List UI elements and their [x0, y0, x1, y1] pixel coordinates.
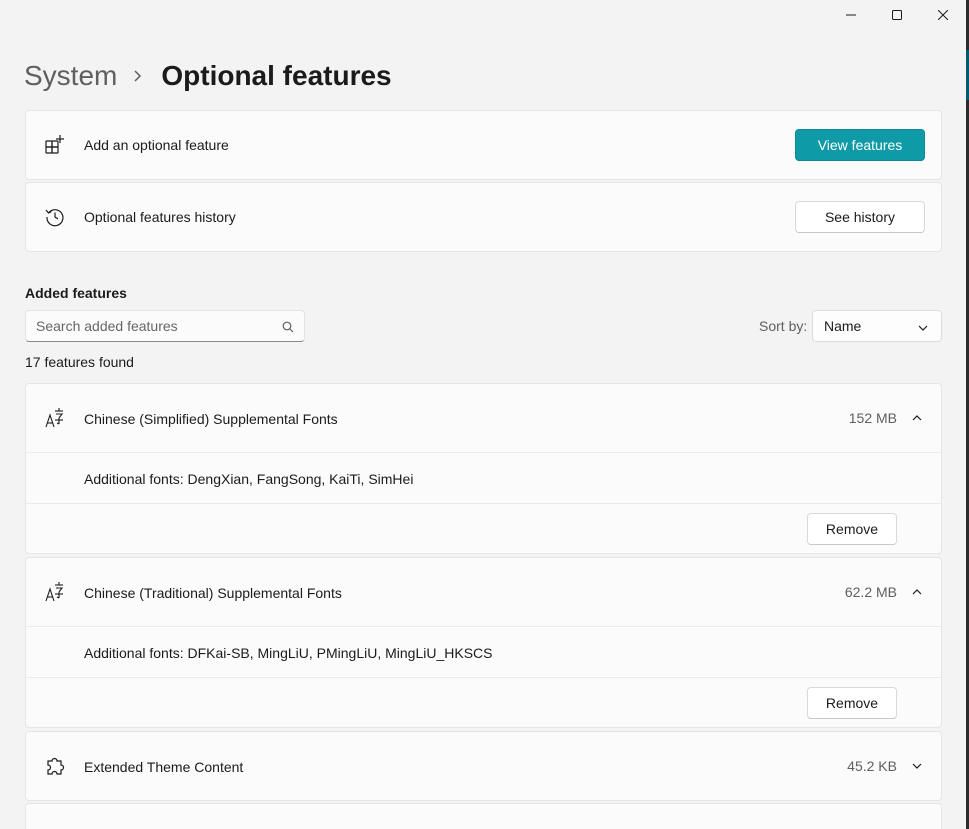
- feature-actions: Remove: [26, 677, 941, 727]
- font-icon: [43, 406, 67, 430]
- see-history-button[interactable]: See history: [795, 201, 925, 233]
- font-icon: [43, 580, 67, 604]
- feature-details: Additional fonts: DFKai-SB, MingLiU, PMi…: [26, 626, 941, 677]
- sort-dropdown[interactable]: Name: [812, 310, 942, 342]
- feature-details-text: Additional fonts: DFKai-SB, MingLiU, PMi…: [84, 645, 493, 661]
- feature-header[interactable]: Chinese (Simplified) Supplemental Fonts …: [26, 384, 941, 452]
- chevron-down-icon[interactable]: [909, 758, 925, 774]
- remove-button[interactable]: Remove: [807, 687, 897, 719]
- search-icon[interactable]: [282, 320, 294, 338]
- remove-button[interactable]: Remove: [807, 513, 897, 545]
- feature-size: 45.2 KB: [847, 758, 897, 774]
- maximize-icon: [892, 10, 902, 20]
- feature-size: 152 MB: [848, 410, 897, 426]
- feature-card: Chinese (Simplified) Supplemental Fonts …: [25, 383, 942, 554]
- view-features-button[interactable]: View features: [795, 129, 925, 161]
- chevron-up-icon[interactable]: [909, 584, 925, 600]
- close-icon: [938, 10, 948, 20]
- history-label: Optional features history: [84, 209, 236, 225]
- feature-card: Chinese (Traditional) Supplemental Fonts…: [25, 557, 942, 728]
- add-feature-card: Add an optional feature View features: [25, 110, 942, 180]
- minimize-icon: [846, 14, 856, 16]
- features-count: 17 features found: [25, 354, 134, 370]
- feature-name: Chinese (Traditional) Supplemental Fonts: [84, 585, 342, 601]
- breadcrumb-parent[interactable]: System: [24, 60, 117, 92]
- feature-header[interactable]: Chinese (Traditional) Supplemental Fonts…: [26, 558, 941, 626]
- chevron-down-icon: [917, 321, 929, 337]
- history-card: Optional features history See history: [25, 182, 942, 252]
- feature-details: Additional fonts: DengXian, FangSong, Ka…: [26, 452, 941, 503]
- maximize-button[interactable]: [874, 0, 920, 30]
- chevron-up-icon[interactable]: [909, 410, 925, 426]
- add-apps-icon: [43, 133, 67, 157]
- feature-actions: Remove: [26, 503, 941, 553]
- chevron-right-icon: [133, 69, 143, 83]
- section-title: Added features: [25, 285, 127, 301]
- feature-details-text: Additional fonts: DengXian, FangSong, Ka…: [84, 471, 414, 487]
- close-button[interactable]: [920, 0, 966, 30]
- sort-label: Sort by:: [759, 318, 808, 334]
- feature-name: Extended Theme Content: [84, 759, 244, 775]
- feature-card: Extended Theme Content 45.2 KB: [25, 731, 942, 801]
- add-feature-label: Add an optional feature: [84, 137, 229, 153]
- breadcrumb: System Optional features: [24, 56, 392, 96]
- minimize-button[interactable]: [828, 0, 874, 30]
- feature-size: 62.2 MB: [844, 584, 897, 600]
- feature-card: [25, 803, 942, 829]
- history-icon: [43, 205, 67, 229]
- search-box[interactable]: [25, 310, 305, 342]
- feature-header[interactable]: Extended Theme Content 45.2 KB: [26, 732, 941, 800]
- search-input[interactable]: [36, 318, 266, 334]
- sort-value: Name: [824, 318, 862, 334]
- feature-name: Chinese (Simplified) Supplemental Fonts: [84, 411, 338, 427]
- page-title: Optional features: [161, 60, 392, 91]
- puzzle-icon: [43, 754, 67, 778]
